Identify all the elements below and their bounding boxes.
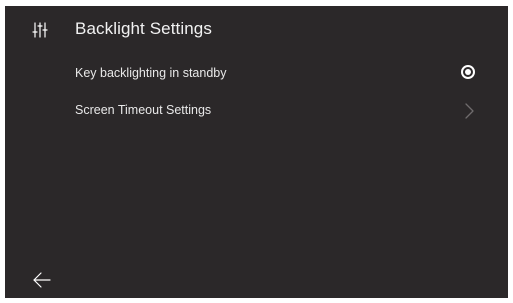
page-title: Backlight Settings (75, 19, 212, 38)
sliders-icon (32, 22, 48, 38)
setting-label: Screen Timeout Settings (75, 103, 212, 117)
chevron-right-icon (465, 103, 474, 119)
setting-label: Key backlighting in standby (75, 66, 227, 80)
setting-row-screen-timeout[interactable]: Screen Timeout Settings (5, 93, 508, 129)
standby-backlight-radio[interactable] (461, 65, 475, 79)
back-arrow-icon[interactable] (33, 272, 51, 288)
setting-row-key-backlight-standby[interactable]: Key backlighting in standby (5, 56, 508, 92)
settings-screen: Backlight Settings Key backlighting in s… (5, 6, 508, 298)
radio-selected-dot (465, 69, 471, 75)
